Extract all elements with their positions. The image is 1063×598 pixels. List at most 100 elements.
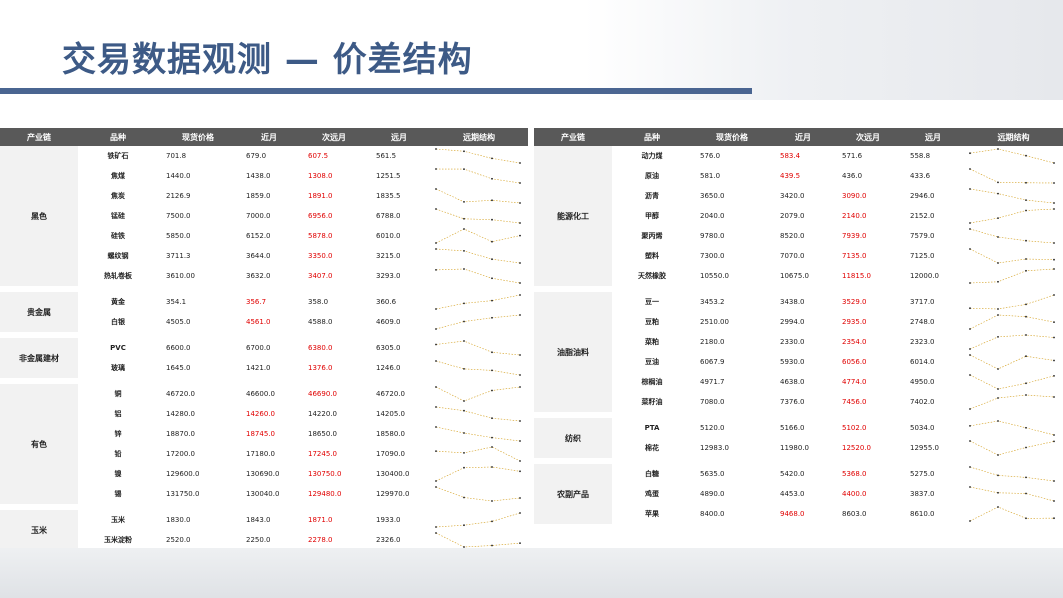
far-month-cell: 5275.0 — [910, 470, 935, 478]
chain-cell: 有色 — [0, 384, 78, 504]
near-month-cell: 17180.0 — [246, 450, 275, 458]
spot-price-cell: 2180.0 — [700, 338, 725, 346]
sparkline-point — [519, 374, 521, 376]
mid-month-cell: 2354.0 — [842, 338, 867, 346]
sparkline — [969, 506, 1055, 522]
sparkline — [435, 294, 521, 310]
sparkline-point — [1053, 162, 1055, 164]
near-month-cell: 7070.0 — [780, 252, 805, 260]
structure-cell — [430, 166, 528, 186]
product-cell: PVC — [110, 344, 126, 352]
near-month-cell: 1859.0 — [246, 192, 271, 200]
product-cell: 甲醇 — [645, 212, 659, 220]
sparkline-path — [969, 506, 1055, 522]
sparkline-path — [969, 334, 1055, 350]
table-row: 塑料 7300.0 7070.0 7135.0 7125.0 — [534, 246, 1063, 266]
product-cell: 菜籽油 — [641, 398, 663, 406]
sparkline — [435, 532, 521, 548]
sparkline-point — [463, 340, 465, 342]
table-row: 螺纹钢 3711.3 3644.0 3350.0 3215.0 — [0, 246, 528, 266]
near-month-cell: 2994.0 — [780, 318, 805, 326]
mid-month-cell: 2140.0 — [842, 212, 867, 220]
spot-price-cell: 3610.00 — [166, 272, 195, 280]
sparkline-point — [435, 308, 437, 310]
spot-price-cell: 17200.0 — [166, 450, 195, 458]
sparkline-point — [969, 374, 971, 376]
far-month-cell: 17090.0 — [376, 450, 405, 458]
mid-month-cell: 4400.0 — [842, 490, 867, 498]
sparkline — [435, 228, 521, 244]
spot-price-cell: 46720.0 — [166, 390, 195, 398]
sparkline-path — [969, 420, 1055, 436]
near-month-cell: 9468.0 — [780, 510, 805, 518]
far-month-cell: 5034.0 — [910, 424, 935, 432]
sparkline-point — [997, 491, 999, 494]
far-month-cell: 7125.0 — [910, 252, 935, 260]
sparkline-point — [491, 369, 493, 372]
sparkline-point — [1053, 202, 1055, 204]
sparkline-point — [463, 150, 465, 153]
near-month-cell: 46600.0 — [246, 390, 275, 398]
spot-price-cell: 131750.0 — [166, 490, 200, 498]
spot-price-cell: 8400.0 — [700, 510, 725, 518]
table-row: 玻璃 1645.0 1421.0 1376.0 1246.0 — [0, 358, 528, 378]
product-cell: 玻璃 — [111, 364, 125, 372]
sparkline-point — [435, 526, 437, 528]
sparkline-point — [435, 450, 437, 452]
header-near: 近月 — [238, 128, 300, 146]
sparkline-path — [969, 440, 1055, 456]
near-month-cell: 3438.0 — [780, 298, 805, 306]
chain-cell: 农副产品 — [534, 464, 612, 524]
table-row: 豆油 6067.9 5930.0 6056.0 6014.0 — [534, 352, 1063, 372]
sparkline-point — [519, 420, 521, 422]
sparkline-point — [435, 343, 437, 346]
sparkline-path — [435, 426, 521, 442]
sparkline — [969, 374, 1055, 390]
far-month-cell: 3837.0 — [910, 490, 935, 498]
sparkline-point — [463, 496, 465, 499]
table-row: 硅铁 5850.0 6152.0 5878.0 6010.0 — [0, 226, 528, 246]
spot-price-cell: 1440.0 — [166, 172, 191, 180]
structure-cell — [964, 418, 1063, 438]
sparkline-point — [463, 368, 465, 370]
far-month-cell: 561.5 — [376, 152, 397, 160]
sparkline-path — [969, 354, 1055, 370]
mid-month-cell: 571.6 — [842, 152, 863, 160]
structure-cell — [964, 352, 1063, 372]
product-cell: PTA — [644, 424, 660, 432]
sparkline-path — [435, 248, 521, 264]
sparkline-point — [997, 474, 999, 477]
sparkline-point — [1025, 492, 1027, 495]
near-month-cell: 7000.0 — [246, 212, 271, 220]
sparkline-point — [969, 486, 971, 488]
sparkline-point — [1025, 303, 1027, 306]
sparkline-point — [1025, 239, 1027, 242]
sparkline-point — [463, 268, 465, 270]
sparkline — [969, 268, 1055, 284]
product-cell: 螺纹钢 — [107, 252, 129, 260]
mid-month-cell: 6056.0 — [842, 358, 867, 366]
table-row: 菜籽油 7080.0 7376.0 7456.0 7402.0 — [534, 392, 1063, 412]
table-row: 非金属建材 PVC 6600.0 6700.0 6380.0 6305.0 — [0, 338, 528, 378]
sparkline — [969, 420, 1055, 436]
sparkline-point — [969, 466, 971, 468]
structure-cell — [430, 312, 528, 332]
table-row: 锰硅 7500.0 7000.0 6956.0 6788.0 — [0, 206, 528, 226]
mid-month-cell: 1871.0 — [308, 516, 333, 524]
sparkline-point — [435, 486, 437, 488]
sparkline-point — [1053, 258, 1055, 261]
sparkline-path — [969, 268, 1055, 284]
sparkline-point — [997, 217, 999, 219]
sparkline-point — [997, 181, 999, 184]
near-month-cell: 4561.0 — [246, 318, 271, 326]
sparkline — [435, 466, 521, 482]
sparkline-point — [491, 157, 493, 160]
structure-cell — [964, 206, 1063, 226]
sparkline-point — [463, 452, 465, 454]
far-month-cell: 6010.0 — [376, 232, 401, 240]
near-month-cell: 4638.0 — [780, 378, 805, 386]
mid-month-cell: 5368.0 — [842, 470, 867, 478]
near-month-cell: 2250.0 — [246, 536, 271, 544]
product-cell: 硅铁 — [111, 232, 125, 240]
table-row: 菜粕 2180.0 2330.0 2354.0 2323.0 — [534, 332, 1063, 352]
